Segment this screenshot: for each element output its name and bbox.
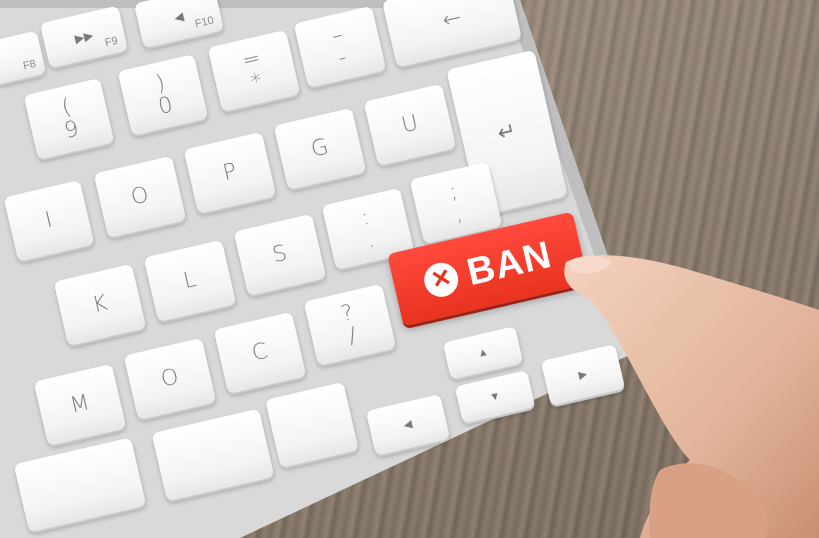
hand-finger [564,255,819,538]
keyboard-photo: F8 ▶▶ F9 ◀ F10 ( 9 ) 0 = * – - ← ↵ I O P G… [0,0,819,538]
